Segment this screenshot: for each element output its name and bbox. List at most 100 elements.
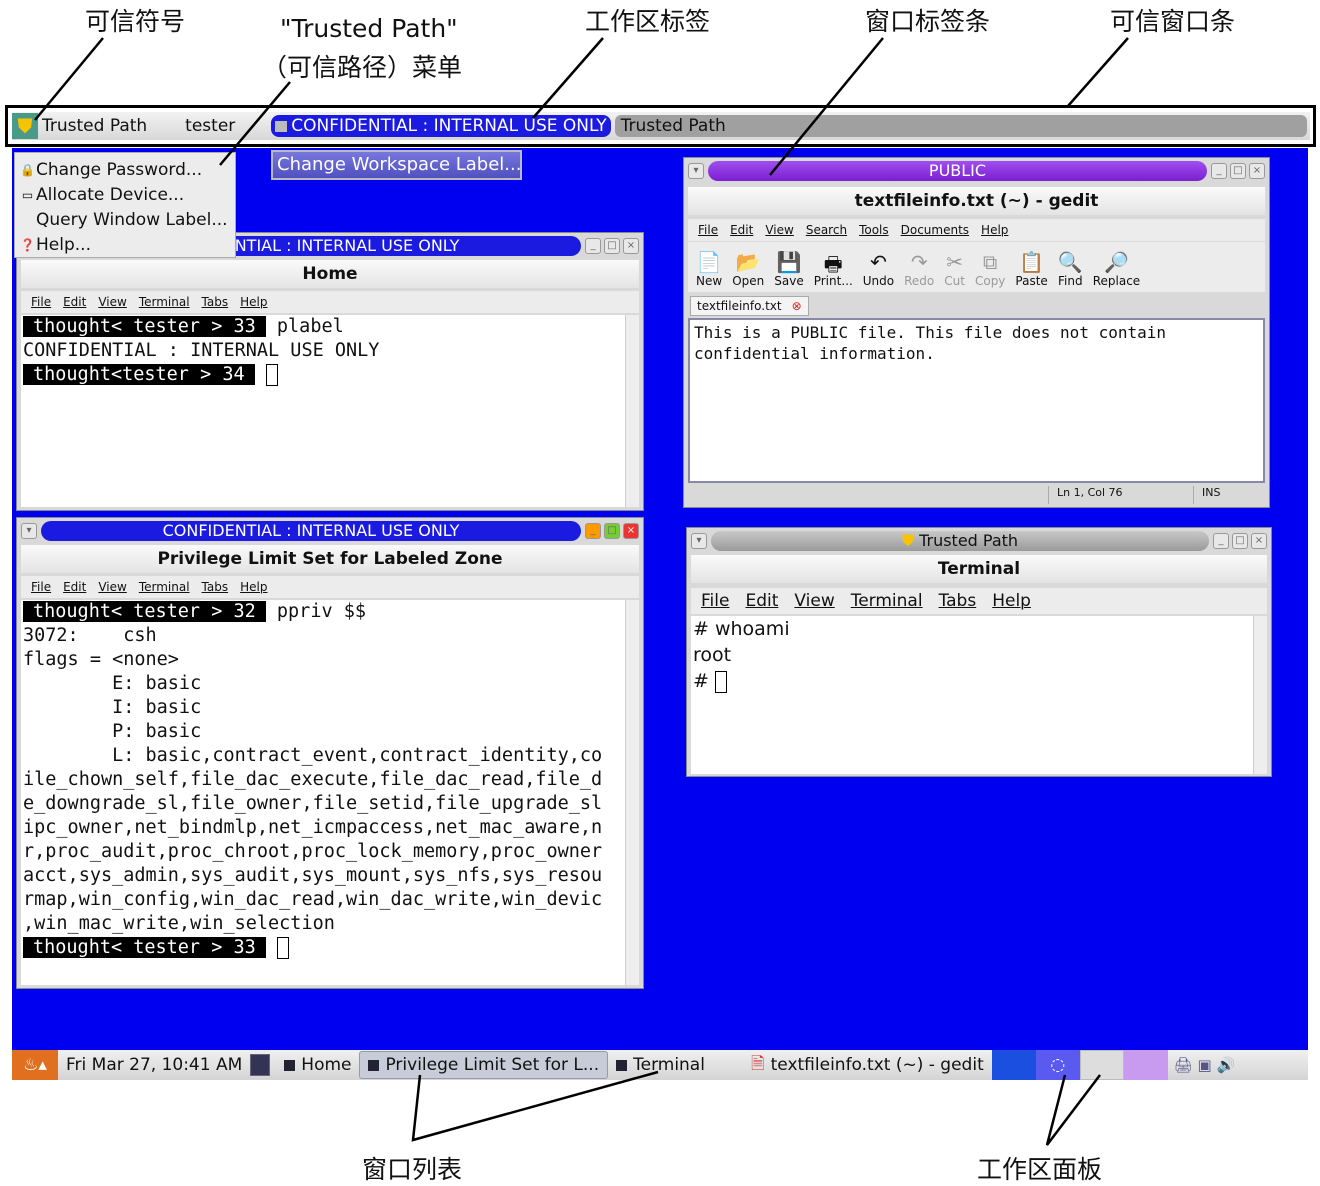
menu-file[interactable]: File — [31, 295, 51, 309]
menu-edit[interactable]: Edit — [63, 580, 86, 594]
toolbar-paste-button[interactable]: 📋 Paste — [1015, 250, 1047, 288]
toolbar-new-button[interactable]: 📄 New — [696, 250, 722, 288]
text-editor[interactable]: This is a PUBLIC file. This file does no… — [688, 318, 1265, 483]
menu-help[interactable]: Help — [240, 295, 267, 309]
maximize-button[interactable]: □ — [604, 523, 620, 539]
close-button[interactable]: × — [623, 238, 639, 254]
menu-terminal[interactable]: Terminal — [139, 580, 190, 594]
maximize-button[interactable]: □ — [1230, 163, 1246, 179]
terminal-text: E: basic — [23, 673, 202, 694]
toolbar-redo-button[interactable]: ↷ Redo — [904, 250, 934, 288]
redo-icon: ↷ — [910, 250, 928, 274]
scrollbar[interactable] — [1253, 616, 1267, 774]
button-label: Undo — [862, 274, 895, 288]
menu-file[interactable]: File — [698, 223, 718, 237]
menu-item-change-password[interactable]: 🔒 Change Password... — [15, 157, 235, 182]
menu-help[interactable]: Help — [240, 580, 267, 594]
menu-edit[interactable]: Edit — [730, 223, 753, 237]
toolbar-open-button[interactable]: 📂 Open — [732, 250, 764, 288]
close-tab-icon[interactable]: ⊗ — [792, 299, 802, 313]
menu-help[interactable]: Help — [981, 223, 1008, 237]
terminal-text: plabel — [265, 316, 344, 337]
prompt: thought<tester > 34 — [23, 364, 255, 385]
window-menu-button[interactable]: ▾ — [691, 533, 707, 549]
menu-tabs[interactable]: Tabs — [202, 580, 229, 594]
notification-icons[interactable]: 🖨 ▣ 🔊 — [1168, 1056, 1235, 1074]
trusted-path-menu-button[interactable]: Trusted Path — [38, 116, 151, 136]
terminal-line: flags = <none> — [23, 648, 625, 672]
window-menu-button[interactable]: ▾ — [21, 523, 37, 539]
menu-edit[interactable]: Edit — [63, 295, 86, 309]
menu-view[interactable]: View — [765, 223, 793, 237]
close-button[interactable]: × — [623, 523, 639, 539]
menu-tools[interactable]: Tools — [859, 223, 889, 237]
toolbar-print-button[interactable]: 🖶 Print... — [814, 250, 853, 288]
minimize-button[interactable]: _ — [585, 523, 601, 539]
minimize-button[interactable]: _ — [1213, 533, 1229, 549]
scrollbar[interactable] — [625, 315, 639, 507]
prompt: thought< tester > 33 — [23, 937, 266, 958]
menu-documents[interactable]: Documents — [901, 223, 969, 237]
terminal-output[interactable]: thought< tester > 33 plabel CONFIDENTIAL … — [21, 315, 625, 507]
minimize-button[interactable]: _ — [1211, 163, 1227, 179]
clock[interactable]: Fri Mar 27, 10:41 AM — [58, 1051, 250, 1079]
cursor — [265, 364, 278, 386]
menu-item-help[interactable]: ❓ Help... — [15, 232, 235, 257]
workspace-3[interactable] — [1079, 1050, 1124, 1080]
annotation-trusted-path-menu: "Trusted Path" — [280, 14, 458, 43]
window-menu-button[interactable]: ▾ — [688, 163, 704, 179]
menu-terminal[interactable]: Terminal — [851, 591, 923, 611]
show-desktop-icon[interactable] — [250, 1054, 271, 1076]
task-privilege-limit[interactable]: Privilege Limit Set for L... — [359, 1051, 609, 1079]
workspace-2[interactable]: ◌ — [1035, 1050, 1080, 1080]
document-tab[interactable]: textfileinfo.txt ⊗ — [690, 296, 809, 316]
menu-item-query-window-label[interactable]: Query Window Label... — [15, 207, 235, 232]
toolbar-undo-button[interactable]: ↶ Undo — [863, 250, 894, 288]
menu-terminal[interactable]: Terminal — [139, 295, 190, 309]
prompt: thought< tester > 33 — [23, 316, 266, 337]
menu-view[interactable]: View — [98, 580, 126, 594]
privilege-terminal-window: ▾ CONFIDENTIAL : INTERNAL USE ONLY _ □ × Pri… — [16, 517, 644, 989]
toolbar-copy-button[interactable]: ⧉ Copy — [975, 250, 1005, 288]
user-name: tester — [185, 116, 236, 136]
maximize-button[interactable]: □ — [604, 238, 620, 254]
workspace-1[interactable] — [991, 1050, 1036, 1080]
menu-item-allocate-device[interactable]: ▭ Allocate Device... — [15, 182, 235, 207]
close-button[interactable]: × — [1249, 163, 1265, 179]
annotation-window-label-bar: 窗口标签条 — [865, 7, 991, 36]
annotation-workspace-panel: 工作区面板 — [977, 1155, 1103, 1184]
open-icon: 📂 — [735, 250, 761, 274]
task-home[interactable]: Home — [276, 1051, 359, 1079]
scrollbar[interactable] — [625, 600, 639, 985]
change-workspace-label-button[interactable]: Change Workspace Label... — [271, 150, 522, 180]
menu-file[interactable]: File — [31, 580, 51, 594]
toolbar-replace-button[interactable]: 🔎 Replace — [1093, 250, 1140, 288]
terminal-line: thought<tester > 34 — [23, 363, 625, 387]
workspace-icon — [275, 120, 288, 132]
menu-help[interactable]: Help — [992, 591, 1031, 611]
menu-tabs[interactable]: Tabs — [939, 591, 977, 611]
annotation-trusted-path-menu-cn: （可信路径）菜单 — [262, 53, 463, 82]
workspace-4[interactable] — [1123, 1050, 1168, 1080]
terminal-output[interactable]: # whoami root # — [691, 616, 1253, 774]
menu-search[interactable]: Search — [806, 223, 847, 237]
trusted-symbol-icon[interactable]: ⛊ — [12, 113, 38, 139]
menu-file[interactable]: File — [701, 591, 729, 611]
menu-view[interactable]: View — [98, 295, 126, 309]
terminal-output[interactable]: thought< tester > 32 ppriv $$ 3072: csh fl… — [21, 600, 625, 985]
toolbar-cut-button[interactable]: ✂ Cut — [944, 250, 965, 288]
toolbar-find-button[interactable]: 🔍 Find — [1058, 250, 1083, 288]
menu-tabs[interactable]: Tabs — [202, 295, 229, 309]
maximize-button[interactable]: □ — [1232, 533, 1248, 549]
minimize-button[interactable]: _ — [585, 238, 601, 254]
task-terminal[interactable]: Terminal — [608, 1051, 713, 1079]
workspace-switcher[interactable]: ◌ — [991, 1050, 1168, 1080]
launch-menu-icon[interactable]: ♨▴ — [12, 1050, 58, 1080]
workspace-label-button[interactable]: CONFIDENTIAL : INTERNAL USE ONLY — [271, 115, 611, 137]
task-gedit[interactable]: 🗎 textfileinfo.txt (~) - gedit — [743, 1051, 992, 1079]
toolbar-save-button[interactable]: 💾 Save — [774, 250, 803, 288]
menu-view[interactable]: View — [794, 591, 834, 611]
button-label: Replace — [1092, 274, 1141, 288]
menu-edit[interactable]: Edit — [745, 591, 778, 611]
close-button[interactable]: × — [1251, 533, 1267, 549]
